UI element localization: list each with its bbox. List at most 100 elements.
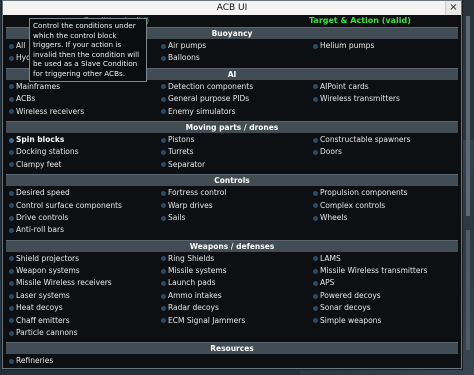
condition-option[interactable]: Launch pads — [158, 277, 310, 289]
radio-dot-icon[interactable] — [9, 203, 14, 209]
condition-option[interactable]: ACBs — [6, 93, 158, 105]
condition-option[interactable]: Pistons — [158, 134, 310, 146]
radio-dot-icon[interactable] — [313, 318, 318, 324]
radio-dot-icon[interactable] — [9, 137, 14, 143]
radio-dot-icon[interactable] — [9, 56, 14, 62]
condition-option[interactable]: Detection components — [158, 81, 310, 93]
condition-option[interactable]: Enemy simulators — [158, 106, 310, 118]
radio-dot-icon[interactable] — [9, 109, 14, 115]
radio-dot-icon[interactable] — [313, 305, 318, 311]
radio-dot-icon[interactable] — [9, 318, 14, 324]
condition-option[interactable]: Ring Shields — [158, 253, 310, 265]
radio-dot-icon[interactable] — [313, 268, 318, 274]
condition-option[interactable]: ECM Signal Jammers — [158, 315, 310, 327]
radio-dot-icon[interactable] — [161, 109, 166, 115]
condition-option[interactable]: Heat decoys — [6, 302, 158, 314]
radio-dot-icon[interactable] — [161, 137, 166, 143]
radio-dot-icon[interactable] — [161, 293, 166, 299]
radio-dot-icon[interactable] — [9, 215, 14, 221]
radio-dot-icon[interactable] — [313, 190, 318, 196]
radio-dot-icon[interactable] — [161, 84, 166, 90]
radio-dot-icon[interactable] — [313, 137, 318, 143]
condition-option[interactable]: Missile Wireless transmitters — [310, 265, 458, 277]
condition-option[interactable]: Sonar decoys — [310, 302, 458, 314]
condition-option[interactable]: Control surface components — [6, 200, 158, 212]
radio-dot-icon[interactable] — [9, 162, 14, 168]
condition-option[interactable]: Shield projectors — [6, 253, 158, 265]
scrollbar-thumb[interactable] — [466, 16, 470, 216]
condition-option[interactable]: Powered decoys — [310, 290, 458, 302]
condition-option[interactable]: Drive controls — [6, 212, 158, 224]
radio-dot-icon[interactable] — [9, 96, 14, 102]
condition-option[interactable]: Spin blocks — [6, 134, 158, 146]
radio-dot-icon[interactable] — [9, 305, 14, 311]
condition-option[interactable]: Wheels — [310, 212, 458, 224]
condition-option[interactable]: Turrets — [158, 146, 310, 158]
radio-dot-icon[interactable] — [9, 84, 14, 90]
condition-option[interactable]: Anti-roll bars — [6, 224, 158, 236]
radio-dot-icon[interactable] — [9, 256, 14, 262]
condition-option[interactable]: Laser systems — [6, 290, 158, 302]
condition-option[interactable]: Warp drives — [158, 200, 310, 212]
condition-option[interactable]: Complex controls — [310, 200, 458, 212]
condition-option[interactable]: Mainframes — [6, 81, 158, 93]
condition-option[interactable]: Missile Wireless receivers — [6, 277, 158, 289]
radio-dot-icon[interactable] — [161, 162, 166, 168]
radio-dot-icon[interactable] — [161, 318, 166, 324]
radio-dot-icon[interactable] — [9, 293, 14, 299]
condition-option[interactable]: Sails — [158, 212, 310, 224]
radio-dot-icon[interactable] — [161, 56, 166, 62]
condition-option[interactable]: Desired speed — [6, 187, 158, 199]
condition-option[interactable]: General purpose PIDs — [158, 93, 310, 105]
radio-dot-icon[interactable] — [161, 203, 166, 209]
condition-option[interactable]: Simple weapons — [310, 315, 458, 327]
condition-option[interactable]: Propulsion components — [310, 187, 458, 199]
condition-option[interactable]: Docking stations — [6, 146, 158, 158]
radio-dot-icon[interactable] — [9, 227, 14, 233]
radio-dot-icon[interactable] — [161, 190, 166, 196]
radio-dot-icon[interactable] — [161, 96, 166, 102]
scrollbar-thumb[interactable] — [466, 230, 470, 350]
radio-dot-icon[interactable] — [9, 150, 14, 156]
radio-dot-icon[interactable] — [161, 268, 166, 274]
radio-dot-icon[interactable] — [161, 43, 166, 49]
radio-dot-icon[interactable] — [313, 256, 318, 262]
condition-option[interactable]: Fortress control — [158, 187, 310, 199]
window-titlebar[interactable]: ACB UI × — [3, 1, 461, 15]
condition-option[interactable]: Particle cannons — [6, 327, 158, 339]
radio-dot-icon[interactable] — [9, 330, 14, 336]
close-button[interactable]: × — [445, 1, 461, 15]
condition-option[interactable]: Constructable spawners — [310, 134, 458, 146]
radio-dot-icon[interactable] — [313, 84, 318, 90]
radio-dot-icon[interactable] — [9, 190, 14, 196]
condition-option[interactable]: Wireless transmitters — [310, 93, 458, 105]
condition-option[interactable]: Balloons — [158, 52, 310, 64]
radio-dot-icon[interactable] — [313, 43, 318, 49]
condition-option[interactable]: Weapon systems — [6, 265, 158, 277]
condition-option[interactable]: Chaff emitters — [6, 315, 158, 327]
radio-dot-icon[interactable] — [9, 359, 14, 365]
radio-dot-icon[interactable] — [313, 293, 318, 299]
radio-dot-icon[interactable] — [161, 256, 166, 262]
condition-option[interactable]: Radar decoys — [158, 302, 310, 314]
radio-dot-icon[interactable] — [161, 305, 166, 311]
condition-option[interactable]: Refineries — [6, 355, 158, 367]
condition-option[interactable]: APS — [310, 277, 458, 289]
condition-option[interactable]: Air pumps — [158, 40, 310, 52]
radio-dot-icon[interactable] — [9, 43, 14, 49]
condition-option[interactable]: Helium pumps — [310, 40, 458, 52]
radio-dot-icon[interactable] — [313, 150, 318, 156]
radio-dot-icon[interactable] — [9, 268, 14, 274]
radio-dot-icon[interactable] — [313, 96, 318, 102]
condition-option[interactable]: Separator — [158, 159, 310, 171]
condition-option[interactable]: Clampy feet — [6, 159, 158, 171]
radio-dot-icon[interactable] — [9, 281, 14, 287]
condition-option[interactable]: Doors — [310, 146, 458, 158]
radio-dot-icon[interactable] — [161, 150, 166, 156]
radio-dot-icon[interactable] — [313, 281, 318, 287]
condition-option[interactable]: LAMS — [310, 253, 458, 265]
tab-target-action[interactable]: Target & Action (valid) — [309, 15, 411, 26]
radio-dot-icon[interactable] — [161, 215, 166, 221]
condition-option[interactable]: Wireless receivers — [6, 106, 158, 118]
radio-dot-icon[interactable] — [161, 281, 166, 287]
